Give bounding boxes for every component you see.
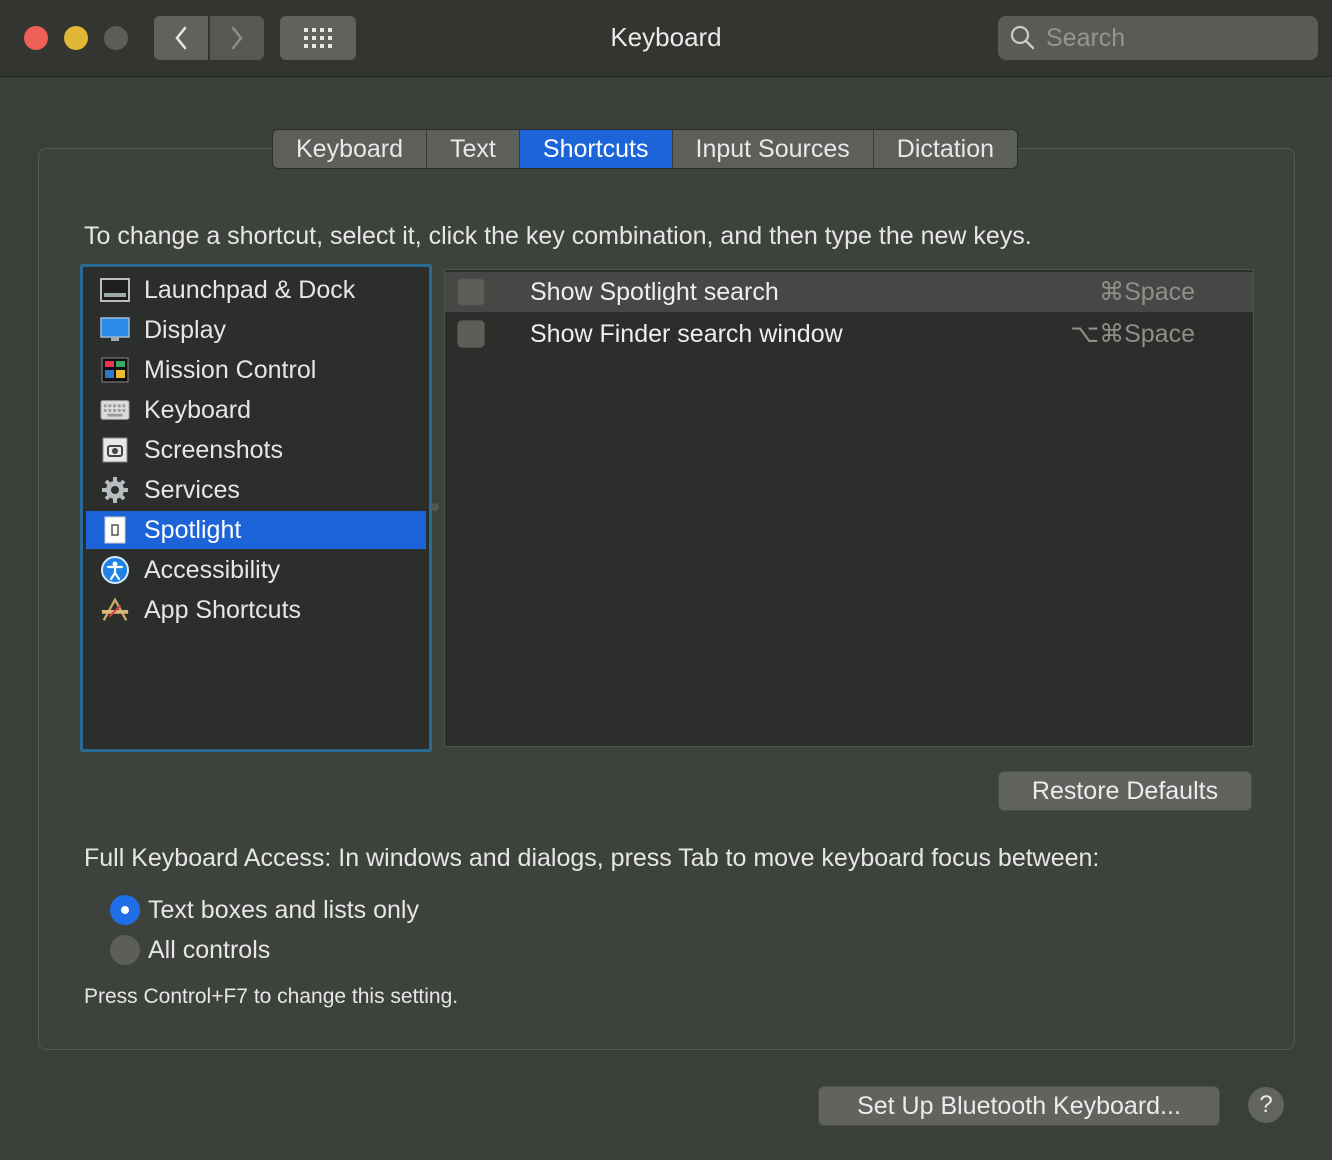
keyboard-icon bbox=[100, 395, 130, 425]
radio-button-selected[interactable] bbox=[110, 895, 140, 925]
gear-icon bbox=[100, 475, 130, 505]
tab-input-sources[interactable]: Input Sources bbox=[672, 130, 874, 168]
tab-shortcuts[interactable]: Shortcuts bbox=[519, 130, 673, 168]
search-icon bbox=[1010, 25, 1035, 50]
help-button[interactable]: ? bbox=[1248, 1087, 1284, 1123]
shortcut-hint: Press Control+F7 to change this setting. bbox=[84, 985, 459, 1008]
category-spotlight[interactable]: Spotlight bbox=[86, 511, 426, 549]
app-shortcuts-icon bbox=[100, 595, 130, 625]
screenshots-icon bbox=[100, 435, 130, 465]
accessibility-icon bbox=[100, 555, 130, 585]
full-keyboard-access-label: Full Keyboard Access: In windows and dia… bbox=[84, 844, 1100, 872]
tab-text[interactable]: Text bbox=[427, 130, 520, 168]
shortcut-row[interactable]: Show Spotlight search ⌘Space bbox=[445, 272, 1253, 312]
radio-button[interactable] bbox=[110, 935, 140, 965]
category-services[interactable]: Services bbox=[86, 471, 426, 509]
category-launchpad-dock[interactable]: Launchpad & Dock bbox=[86, 271, 426, 309]
shortcut-label: Show Finder search window bbox=[530, 319, 843, 348]
mission-control-icon bbox=[100, 355, 130, 385]
shortcut-label: Show Spotlight search bbox=[530, 277, 779, 306]
category-mission-control[interactable]: Mission Control bbox=[86, 351, 426, 389]
radio-text-boxes-only[interactable]: Text boxes and lists only bbox=[110, 893, 419, 927]
tab-bar: Keyboard Text Shortcuts Input Sources Di… bbox=[272, 129, 1019, 169]
category-list[interactable]: Launchpad & Dock Display Mission Control… bbox=[80, 264, 432, 752]
launchpad-dock-icon bbox=[100, 275, 130, 305]
title-bar: Keyboard Search bbox=[0, 0, 1332, 77]
instruction-text: To change a shortcut, select it, click t… bbox=[84, 222, 1032, 250]
display-icon bbox=[100, 315, 130, 345]
category-display[interactable]: Display bbox=[86, 311, 426, 349]
shortcut-row[interactable]: Show Finder search window ⌥⌘Space bbox=[445, 314, 1253, 354]
shortcut-key[interactable]: ⌘Space bbox=[1099, 277, 1195, 307]
tab-dictation[interactable]: Dictation bbox=[873, 130, 1018, 168]
shortcut-table[interactable]: Show Spotlight search ⌘Space Show Finder… bbox=[444, 269, 1254, 747]
search-field[interactable]: Search bbox=[998, 16, 1318, 60]
spotlight-icon bbox=[100, 515, 130, 545]
category-accessibility[interactable]: Accessibility bbox=[86, 551, 426, 589]
radio-all-controls[interactable]: All controls bbox=[110, 933, 270, 967]
category-app-shortcuts[interactable]: App Shortcuts bbox=[86, 591, 426, 629]
shortcut-checkbox[interactable] bbox=[457, 278, 485, 306]
restore-defaults-button[interactable]: Restore Defaults bbox=[998, 771, 1252, 811]
tab-keyboard[interactable]: Keyboard bbox=[273, 130, 428, 168]
split-view-handle[interactable] bbox=[431, 503, 439, 511]
category-keyboard[interactable]: Keyboard bbox=[86, 391, 426, 429]
search-placeholder: Search bbox=[1046, 23, 1126, 52]
setup-bluetooth-keyboard-button[interactable]: Set Up Bluetooth Keyboard... bbox=[818, 1086, 1220, 1126]
category-screenshots[interactable]: Screenshots bbox=[86, 431, 426, 469]
shortcut-key[interactable]: ⌥⌘Space bbox=[1070, 319, 1195, 349]
shortcut-checkbox[interactable] bbox=[457, 320, 485, 348]
